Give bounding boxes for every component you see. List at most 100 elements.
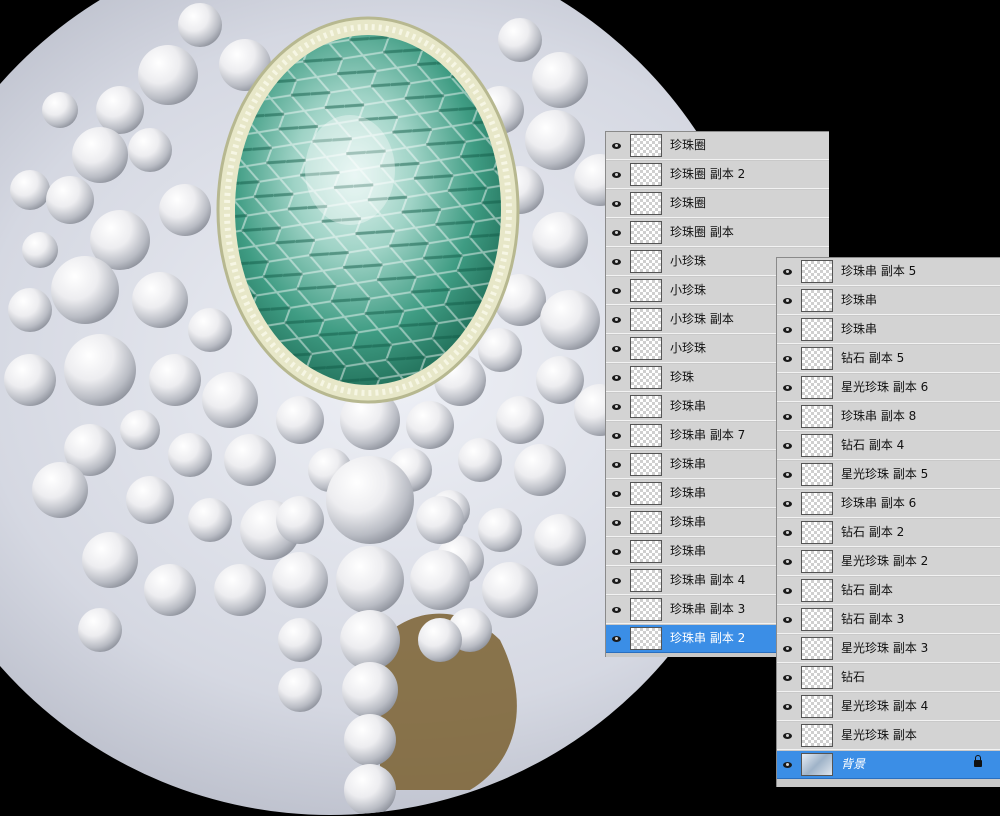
layer-thumbnail: [801, 492, 833, 515]
layer-name: 珍珠圈: [670, 138, 707, 152]
visibility-toggle[interactable]: [777, 374, 797, 401]
layer-row[interactable]: 珍珠串: [777, 287, 1000, 315]
layer-thumbnail: [801, 260, 833, 283]
visibility-toggle[interactable]: [777, 548, 797, 575]
eye-icon: [611, 200, 621, 207]
pearl: [144, 564, 196, 616]
visibility-toggle[interactable]: [606, 364, 626, 391]
layer-thumbnail: [630, 598, 662, 621]
pearl: [478, 508, 522, 552]
layer-row[interactable]: 星光珍珠 副本 6: [777, 374, 1000, 402]
visibility-toggle[interactable]: [777, 461, 797, 488]
visibility-toggle[interactable]: [777, 606, 797, 633]
layer-row[interactable]: 钻石 副本 4: [777, 432, 1000, 460]
pearl: [132, 272, 188, 328]
eye-icon: [782, 326, 792, 333]
eye-icon: [782, 297, 792, 304]
document-canvas[interactable]: 珍珠圈 珍珠圈 副本 2 珍珠圈 珍珠圈 副本 小珍珠 小珍珠 小珍珠 副本 小珍珠 珍珠 珍珠串…: [0, 0, 1000, 816]
pearl: [418, 618, 462, 662]
visibility-toggle[interactable]: [606, 161, 626, 188]
visibility-toggle[interactable]: [606, 335, 626, 362]
visibility-toggle[interactable]: [606, 567, 626, 594]
layer-row[interactable]: 背景: [777, 751, 1000, 779]
visibility-toggle[interactable]: [606, 625, 626, 652]
visibility-toggle[interactable]: [777, 490, 797, 517]
layer-row[interactable]: 星光珍珠 副本 2: [777, 548, 1000, 576]
layer-row[interactable]: 珍珠圈: [606, 132, 829, 160]
pearl: [149, 354, 201, 406]
visibility-toggle[interactable]: [777, 664, 797, 691]
layer-row[interactable]: 星光珍珠 副本 5: [777, 461, 1000, 489]
visibility-toggle[interactable]: [777, 258, 797, 285]
pearl: [51, 256, 119, 324]
layer-name: 珍珠串: [670, 515, 707, 529]
visibility-toggle[interactable]: [606, 538, 626, 565]
visibility-toggle[interactable]: [606, 509, 626, 536]
visibility-toggle[interactable]: [606, 248, 626, 275]
layer-row[interactable]: 钻石 副本: [777, 577, 1000, 605]
pearl: [178, 3, 222, 47]
pearl: [534, 514, 586, 566]
layer-row[interactable]: 钻石: [777, 664, 1000, 692]
visibility-toggle[interactable]: [777, 722, 797, 749]
pearl: [4, 354, 56, 406]
visibility-toggle[interactable]: [777, 432, 797, 459]
visibility-toggle[interactable]: [777, 751, 797, 778]
visibility-toggle[interactable]: [777, 693, 797, 720]
visibility-toggle[interactable]: [777, 635, 797, 662]
layer-row[interactable]: 钻石 副本 5: [777, 345, 1000, 373]
visibility-toggle[interactable]: [777, 345, 797, 372]
layer-row[interactable]: 珍珠串 副本 5: [777, 258, 1000, 286]
visibility-toggle[interactable]: [606, 277, 626, 304]
layer-name: 星光珍珠 副本 6: [841, 380, 929, 394]
layer-row[interactable]: 珍珠串 副本 8: [777, 403, 1000, 431]
pearl: [126, 476, 174, 524]
visibility-toggle[interactable]: [606, 306, 626, 333]
layer-name: 星光珍珠 副本 3: [841, 641, 929, 655]
layer-thumbnail: [630, 395, 662, 418]
pearl: [514, 444, 566, 496]
layer-row[interactable]: 珍珠串 副本 6: [777, 490, 1000, 518]
visibility-toggle[interactable]: [606, 422, 626, 449]
layer-row[interactable]: 珍珠串: [777, 316, 1000, 344]
eye-icon: [782, 471, 792, 478]
layer-name: 小珍珠: [670, 341, 707, 355]
pearl: [540, 290, 600, 350]
layers-panel-right[interactable]: 珍珠串 副本 5 珍珠串 珍珠串 钻石 副本 5 星光珍珠 副本 6 珍珠串 副本 8 钻石…: [776, 257, 1000, 787]
pearl: [344, 714, 396, 766]
layer-thumbnail: [801, 753, 833, 776]
visibility-toggle[interactable]: [777, 519, 797, 546]
eye-icon: [611, 635, 621, 642]
layer-row[interactable]: 星光珍珠 副本 4: [777, 693, 1000, 721]
layer-name: 珍珠串: [841, 293, 878, 307]
layer-row[interactable]: 星光珍珠 副本 3: [777, 635, 1000, 663]
visibility-toggle[interactable]: [606, 596, 626, 623]
layer-thumbnail: [630, 308, 662, 331]
pearl: [22, 232, 58, 268]
eye-icon: [611, 548, 621, 555]
visibility-toggle[interactable]: [777, 287, 797, 314]
layer-row[interactable]: 星光珍珠 副本: [777, 722, 1000, 750]
visibility-toggle[interactable]: [606, 393, 626, 420]
layer-row[interactable]: 钻石 副本 3: [777, 606, 1000, 634]
visibility-toggle[interactable]: [606, 132, 626, 159]
layer-row[interactable]: 珍珠圈: [606, 190, 829, 218]
eye-icon: [611, 258, 621, 265]
pearl: [42, 92, 78, 128]
visibility-toggle[interactable]: [606, 219, 626, 246]
visibility-toggle[interactable]: [606, 480, 626, 507]
layer-name: 背景: [841, 757, 866, 771]
layer-name: 珍珠圈 副本 2: [670, 167, 746, 181]
layer-thumbnail: [630, 134, 662, 157]
layer-row[interactable]: 珍珠圈 副本: [606, 219, 829, 247]
layer-thumbnail: [630, 163, 662, 186]
visibility-toggle[interactable]: [777, 577, 797, 604]
visibility-toggle[interactable]: [606, 190, 626, 217]
layer-name: 星光珍珠 副本 2: [841, 554, 929, 568]
layer-row[interactable]: 珍珠圈 副本 2: [606, 161, 829, 189]
visibility-toggle[interactable]: [777, 316, 797, 343]
visibility-toggle[interactable]: [606, 451, 626, 478]
pearl: [32, 462, 88, 518]
visibility-toggle[interactable]: [777, 403, 797, 430]
layer-row[interactable]: 钻石 副本 2: [777, 519, 1000, 547]
